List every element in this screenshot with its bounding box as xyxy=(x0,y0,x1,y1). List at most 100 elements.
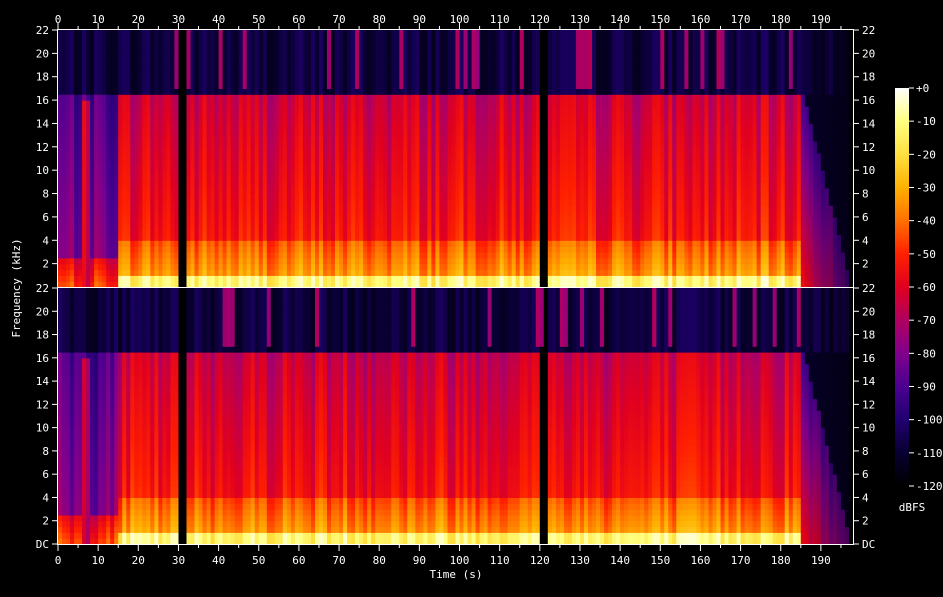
spectrogram-cell xyxy=(82,105,87,113)
spectrogram-cell xyxy=(162,146,168,154)
spectrogram-cell xyxy=(427,205,433,212)
spectrogram-cell xyxy=(162,252,168,259)
spectrogram-cell xyxy=(351,41,356,49)
spectrogram-cell xyxy=(154,117,160,125)
spectrogram-cell xyxy=(298,269,304,276)
spectrogram-cell xyxy=(387,53,392,60)
spectrogram-cell xyxy=(258,135,264,142)
spectrogram-cell xyxy=(343,146,348,154)
spectrogram-cell xyxy=(347,105,352,113)
spectrogram-cell xyxy=(286,216,292,224)
spectrogram-cell xyxy=(311,246,316,253)
spectrogram-cell xyxy=(343,65,348,72)
spectrogram-cell xyxy=(258,164,264,171)
spectrogram-cell xyxy=(475,94,481,101)
spectrogram-cell xyxy=(166,234,172,241)
spectrogram-cell xyxy=(371,228,376,236)
spectrogram-cell xyxy=(126,41,131,49)
spectrogram-cell xyxy=(134,88,139,95)
spectrogram-cell xyxy=(262,152,268,160)
spectrogram-cell xyxy=(499,146,505,154)
spectrogram-cell xyxy=(170,176,176,183)
spectrogram-cell xyxy=(439,76,445,84)
spectrogram-cell xyxy=(74,199,79,206)
spectrogram-cell xyxy=(339,257,344,265)
spectrogram-cell xyxy=(122,53,127,60)
spectrogram-cell xyxy=(435,246,441,253)
spectrogram-cell xyxy=(371,100,376,107)
spectrogram-cell xyxy=(367,222,372,230)
spectrogram-cell xyxy=(379,275,384,282)
spectrogram-cell xyxy=(174,281,180,288)
spectrogram-cell xyxy=(266,82,272,90)
spectrogram-cell xyxy=(503,88,509,95)
spectrogram-cell xyxy=(290,59,296,66)
spectrogram-cell xyxy=(198,82,204,90)
spectrogram-cell xyxy=(379,111,384,119)
spectrogram-cell xyxy=(439,94,445,101)
spectrogram-cell xyxy=(194,82,200,90)
spectrogram-cell xyxy=(86,199,91,206)
spectrogram-cell xyxy=(491,88,497,95)
spectrogram-cell xyxy=(499,117,505,125)
spectrogram-cell xyxy=(70,222,75,230)
spectrogram-cell xyxy=(150,216,155,224)
spectrogram-cell xyxy=(138,35,143,43)
spectrogram-cell xyxy=(182,281,188,288)
spectrogram-cell xyxy=(198,141,204,148)
spectrogram-cell xyxy=(371,94,376,101)
spectrogram-cell xyxy=(130,135,135,142)
spectrogram-cell xyxy=(122,88,127,95)
spectrogram-cell xyxy=(415,129,420,136)
spectrogram-cell xyxy=(415,158,420,165)
spectrogram-cell xyxy=(182,123,188,130)
spectrogram-cell xyxy=(290,269,296,276)
spectrogram-cell xyxy=(387,234,392,241)
spectrogram-cell xyxy=(234,222,240,230)
spectrogram-cell xyxy=(475,100,481,107)
spectrogram-cell xyxy=(403,59,408,66)
spectrogram-cell xyxy=(439,135,445,142)
spectrogram-cell xyxy=(126,216,131,224)
spectrogram-cell xyxy=(363,100,368,107)
spectrogram-cell xyxy=(194,176,200,183)
spectrogram-cell xyxy=(218,193,224,200)
spectrogram-cell xyxy=(403,240,408,247)
spectrogram-cell xyxy=(323,257,328,265)
spectrogram-cell xyxy=(395,234,400,241)
spectrogram-cell xyxy=(154,146,160,154)
spectrogram-cell xyxy=(254,164,260,171)
spectrogram-cell xyxy=(58,129,63,136)
spectrogram-cell xyxy=(335,70,340,78)
spectrogram-cell xyxy=(387,158,392,165)
spectrogram-cell xyxy=(367,164,372,171)
spectrogram-cell xyxy=(86,211,91,218)
spectrogram-cell xyxy=(343,193,348,200)
spectrogram-cell xyxy=(58,170,63,177)
spectrogram-cell xyxy=(395,222,400,230)
spectrogram-cell xyxy=(290,70,296,78)
spectrogram-cell xyxy=(343,222,348,230)
spectrogram-cell xyxy=(487,117,493,125)
spectrogram-cell xyxy=(174,70,180,78)
spectrogram-cell xyxy=(174,263,180,271)
spectrogram-cell xyxy=(339,211,344,218)
spectrogram-cell xyxy=(154,65,160,72)
spectrogram-cell xyxy=(218,269,224,276)
spectrogram-cell xyxy=(282,228,288,236)
spectrogram-cell xyxy=(90,181,95,189)
spectrogram-cell xyxy=(379,41,384,49)
spectrogram-cell xyxy=(483,240,489,247)
spectrogram-cell xyxy=(198,105,204,113)
spectrogram-cell xyxy=(154,70,160,78)
spectrogram-cell xyxy=(375,129,380,136)
spectrogram-cell xyxy=(262,269,268,276)
spectrogram-cell xyxy=(395,88,400,95)
spectrogram-cell xyxy=(230,129,236,136)
spectrogram-cell xyxy=(459,30,465,37)
spectrogram-cell xyxy=(387,59,392,66)
spectrogram-cell xyxy=(331,252,336,259)
spectrogram-cell xyxy=(178,65,184,72)
spectrogram-cell xyxy=(242,252,248,259)
spectrogram-cell xyxy=(234,246,240,253)
